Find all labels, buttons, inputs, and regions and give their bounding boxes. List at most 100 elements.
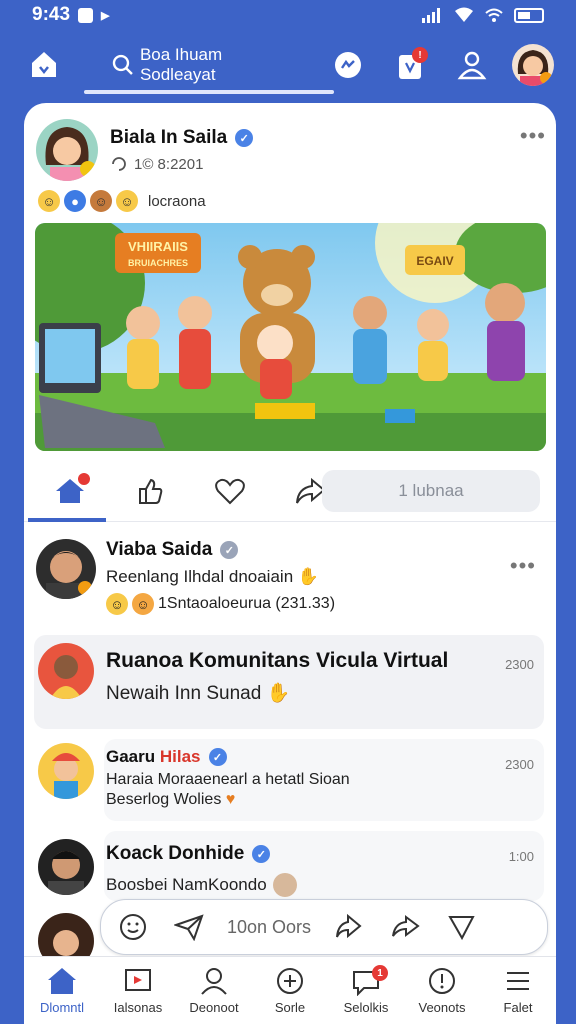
bottom-nav-profile[interactable]: Deonoot xyxy=(176,957,252,1024)
home-filled-icon xyxy=(48,968,76,994)
feed-text-row-2: Newaih Inn Sunad ✋ xyxy=(106,681,448,705)
post-meta: 1© 8:2201 xyxy=(134,155,204,173)
like-icon: ● xyxy=(64,190,86,212)
floating-toolbar-text[interactable]: 10on Oors xyxy=(227,917,311,938)
feed-text-2: Newaih Inn Sunad xyxy=(106,683,262,704)
video-frame-icon xyxy=(125,969,151,991)
reply-button[interactable] xyxy=(331,909,367,945)
action-badge xyxy=(78,472,90,485)
search-placeholder: Boa Ihuam Sodleayat xyxy=(139,45,223,84)
top-nav: Boa Ihuam Sodleayat ! xyxy=(0,34,576,96)
reactions-row[interactable]: ☺ ● ☺ ☺ locraona xyxy=(38,187,206,215)
play-icon: ▶ xyxy=(101,9,110,22)
feed-item-2[interactable]: Ruanoa Komunitans Vicula Virtual Newaih … xyxy=(38,643,544,723)
battery-icon xyxy=(514,7,544,23)
feed-name-1[interactable]: Viaba Saida xyxy=(106,539,212,561)
feed-name-4[interactable]: Koack Donhide xyxy=(106,843,244,865)
bottom-nav-label: Selolkis xyxy=(343,1000,389,1015)
feed-subtext-1: 1Sntaoaloeurua (231.33) xyxy=(158,595,336,612)
search-icon xyxy=(112,54,133,75)
forward-arrow-icon xyxy=(392,915,420,937)
verified-icon: ✓ xyxy=(220,541,239,559)
bottom-nav-videos[interactable]: Ialsonas xyxy=(100,957,176,1024)
thumb-icon xyxy=(139,478,163,504)
verified-icon: ✓ xyxy=(235,129,254,147)
feed-name-3-part1: Gaaru xyxy=(106,747,160,766)
bottom-nav: Dlomntl Ialsonas Deonoot Sorle 1 Selolki… xyxy=(24,956,556,1024)
feed-subtext-row-1: ☺ ☺ 1Sntaoaloeurua (231.33) xyxy=(106,593,335,615)
emoji-icon: ☺ xyxy=(90,190,112,212)
plus-circle-icon xyxy=(277,968,303,994)
user-avatar[interactable] xyxy=(512,44,554,86)
person-icon xyxy=(457,51,487,80)
smiley-icon xyxy=(120,914,146,940)
emoji-icon: ☺ xyxy=(106,593,128,615)
banner-left-text: VHIIRAIIS xyxy=(128,239,188,254)
verified-icon: ✓ xyxy=(252,845,271,863)
community-avatar-illustration xyxy=(50,655,82,699)
profile-button[interactable] xyxy=(450,43,494,87)
person-outline-icon xyxy=(201,968,227,995)
bottom-nav-alerts[interactable]: Veonots xyxy=(404,957,480,1024)
feed-text2-row-3: Beserlog Wolies ♥ xyxy=(106,791,350,809)
feed-item-1[interactable]: Viaba Saida ✓ Reenlang Ilhdal dnoaiain ✋… xyxy=(36,539,546,629)
feed-title-row-4: Koack Donhide ✓ xyxy=(106,843,297,865)
feed-item-4[interactable]: Koack Donhide ✓ Boosbei NamKoondo 1:00 xyxy=(38,839,544,903)
status-bar: 9:43 ▶ xyxy=(0,0,576,30)
feed-avatar-2 xyxy=(38,643,94,699)
feed-text-1: Reenlang Ilhdal dnoaiain xyxy=(106,567,294,586)
notification-icon xyxy=(78,7,94,23)
navigate-button[interactable] xyxy=(443,909,479,945)
post-header: Biala In Saila ✓ 1© 8:2201 ••• xyxy=(36,115,546,185)
man-avatar-illustration xyxy=(48,851,84,895)
feed-name-3-part2: Hilas xyxy=(159,747,201,766)
bottom-nav-label: Veonots xyxy=(418,1000,466,1015)
heart-emoji-icon: ♥ xyxy=(225,791,236,808)
like-button[interactable] xyxy=(126,467,174,515)
bottom-nav-menu[interactable]: Falet xyxy=(480,957,556,1024)
notification-badge: ! xyxy=(412,47,428,63)
feed-text-4: Boosbei NamKoondo xyxy=(106,875,267,894)
bottom-nav-create[interactable]: Sorle xyxy=(252,957,328,1024)
post-image[interactable]: VHIIRAIIS BRUIACHRES EGAIV xyxy=(35,223,546,451)
bottom-nav-messages[interactable]: 1 Selolkis xyxy=(328,957,404,1024)
emoji-icon: ☺ xyxy=(116,190,138,212)
bottom-nav-label: Deonoot xyxy=(189,1000,239,1015)
status-time: 9:43 xyxy=(32,4,71,25)
feed-name-2[interactable]: Ruanoa Komunitans Vicula Virtual xyxy=(106,649,448,673)
wifi-alt-icon xyxy=(485,8,503,22)
bottom-nav-home[interactable]: Dlomntl xyxy=(24,957,100,1024)
feed-avatar-4 xyxy=(38,839,94,895)
signal-icon xyxy=(422,8,440,23)
more-options-icon[interactable]: ••• xyxy=(520,115,546,149)
online-badge xyxy=(540,72,552,84)
comment-input[interactable]: 1 lubnaa xyxy=(322,470,540,512)
emoji-button[interactable] xyxy=(115,909,151,945)
home-icon xyxy=(32,52,56,77)
feed-text-row-4: Boosbei NamKoondo xyxy=(106,873,297,897)
banner-right-text: EGAIV xyxy=(416,254,453,268)
home-reaction-button[interactable] xyxy=(46,467,94,515)
react-button[interactable] xyxy=(206,467,254,515)
active-tab-indicator xyxy=(28,518,106,522)
post-author-avatar[interactable] xyxy=(36,119,98,181)
bottom-nav-label: Ialsonas xyxy=(113,1000,163,1015)
feed-time-4: 1:00 xyxy=(508,849,534,864)
forward-button[interactable] xyxy=(387,909,423,945)
feed-name-3[interactable]: Gaaru Hilas xyxy=(106,747,201,767)
post-meta-row: 1© 8:2201 xyxy=(110,155,253,173)
bottom-nav-label: Falet xyxy=(503,1000,533,1015)
feed-title-row-1: Viaba Saida ✓ xyxy=(106,539,335,561)
home-button[interactable] xyxy=(22,43,66,87)
verified-icon: ✓ xyxy=(208,748,227,766)
feed-text-3: Haraia Moraaenearl a hetatl Sioan xyxy=(106,771,350,788)
feed-item-3[interactable]: Gaaru Hilas ✓ Haraia Moraaenearl a hetat… xyxy=(38,743,544,823)
search-bar[interactable]: Boa Ihuam Sodleayat xyxy=(102,43,312,87)
post-author-name[interactable]: Biala In Saila xyxy=(110,127,227,149)
feed-text-row-3: Haraia Moraaenearl a hetatl Sioan xyxy=(106,771,350,789)
more-options-icon[interactable]: ••• xyxy=(510,545,536,579)
hand-emoji-icon: ✋ xyxy=(297,567,320,586)
messenger-button[interactable] xyxy=(326,43,370,87)
send-button[interactable] xyxy=(171,909,207,945)
notifications-button[interactable]: ! xyxy=(388,43,432,87)
